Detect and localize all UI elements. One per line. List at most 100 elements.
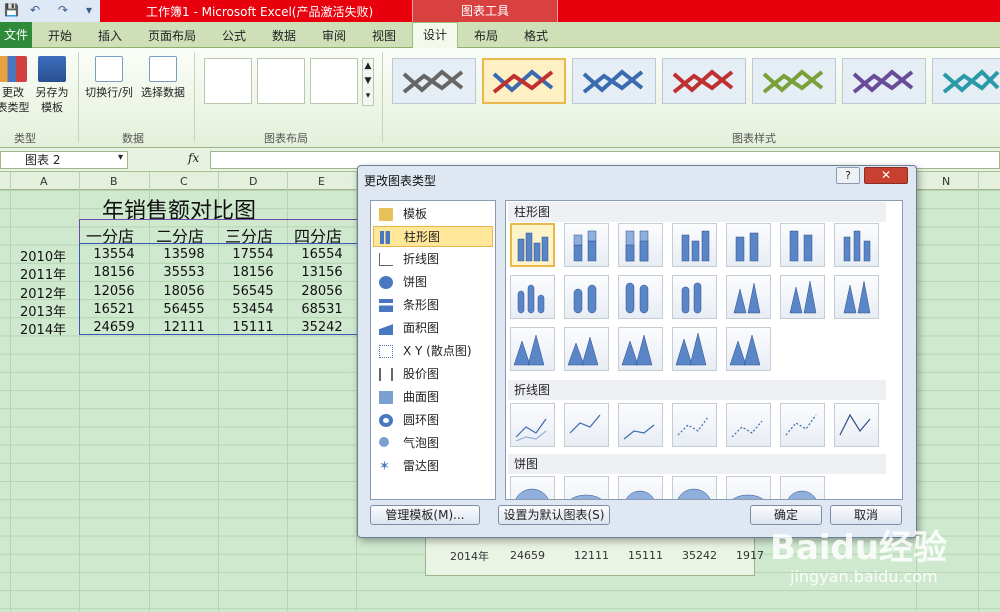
- redo-icon[interactable]: ↷: [58, 3, 68, 17]
- row-label-2010[interactable]: 2010年: [20, 246, 66, 265]
- col-header-b[interactable]: B: [110, 175, 118, 188]
- chart-table-year: 2014年: [450, 550, 489, 563]
- chart-type-column[interactable]: 柱形图: [373, 226, 493, 247]
- stock-chart-icon: [379, 368, 393, 381]
- name-box[interactable]: 图表 2: [0, 151, 128, 169]
- chart-type-label: 柱形图: [404, 230, 441, 244]
- tab-file[interactable]: 文件: [0, 22, 32, 48]
- save-icon[interactable]: 💾: [4, 3, 19, 17]
- divider: [78, 52, 79, 142]
- line-chart-icon: [379, 253, 393, 266]
- bar-chart-icon: [379, 299, 393, 312]
- select-data-label: 选择数据: [141, 86, 185, 99]
- tab-data[interactable]: 数据: [272, 27, 296, 44]
- row-label-2014[interactable]: 2014年: [20, 319, 66, 338]
- group-label-chart-styles: 图表样式: [732, 132, 776, 145]
- pie-chart-icon: [379, 276, 393, 289]
- area-chart-icon: [379, 322, 393, 335]
- chart-type-template[interactable]: 模板: [373, 204, 493, 225]
- switch-row-column-button[interactable]: 切换行/列: [82, 56, 136, 100]
- chart-type-radar[interactable]: ✶ 雷达图: [373, 456, 493, 477]
- baidu-watermark: Baidu经验: [770, 528, 948, 568]
- col-header-e[interactable]: E: [318, 175, 325, 188]
- col-header-d[interactable]: D: [249, 175, 257, 188]
- chart-type-label: X Y (散点图): [403, 344, 472, 358]
- chart-type-pie[interactable]: 饼图: [373, 272, 493, 293]
- chart-type-bubble[interactable]: 气泡图: [373, 433, 493, 454]
- scatter-chart-icon: [379, 345, 393, 358]
- chart-type-label: 雷达图: [403, 459, 440, 473]
- switch-row-column-icon: [95, 56, 123, 82]
- save-template-icon: [38, 56, 66, 82]
- set-as-default-chart-button[interactable]: 设置为默认图表(S): [498, 505, 610, 525]
- chart-type-area[interactable]: 面积图: [373, 318, 493, 339]
- chart-table-cell: 1917: [736, 549, 764, 562]
- chart-type-label: 饼图: [403, 275, 428, 289]
- chart-type-label: 模板: [403, 207, 428, 221]
- watermark-url: jingyan.baidu.com: [790, 567, 938, 586]
- chart-type-label: 条形图: [403, 298, 440, 312]
- divider: [382, 52, 383, 142]
- chart-subtype-gallery: 柱形图 折线图 饼图: [505, 200, 903, 500]
- chart-type-label: 曲面图: [403, 390, 440, 404]
- column-chart-icon: [380, 231, 394, 244]
- change-chart-type-dialog: 更改图表类型 ? ✕ 模板 柱形图 折线图 饼图 条形图 面积图 X Y (散点…: [357, 165, 917, 538]
- tab-insert[interactable]: 插入: [98, 27, 122, 44]
- tab-home[interactable]: 开始: [48, 27, 72, 44]
- layout-gallery-scroll[interactable]: ▲ ▼ ▾: [362, 58, 374, 106]
- doughnut-chart-icon: [379, 414, 393, 427]
- tab-layout[interactable]: 布局: [474, 27, 498, 44]
- change-chart-type-button[interactable]: 更改 表类型: [0, 56, 30, 115]
- data-range-highlight: [79, 243, 366, 335]
- chart-layout-2[interactable]: [257, 58, 305, 104]
- row-label-2013[interactable]: 2013年: [20, 301, 66, 320]
- surface-chart-icon: [379, 391, 393, 404]
- chart-type-doughnut[interactable]: 圆环图: [373, 410, 493, 431]
- select-data-button[interactable]: 选择数据: [138, 56, 188, 100]
- name-box-dropdown-icon[interactable]: ▾: [118, 152, 123, 163]
- chart-type-label: 股价图: [403, 367, 440, 381]
- chart-type-surface[interactable]: 曲面图: [373, 387, 493, 408]
- tab-page-layout[interactable]: 页面布局: [148, 27, 196, 44]
- subtype-preview-graphics: [513, 230, 871, 499]
- chart-type-bar[interactable]: 条形图: [373, 295, 493, 316]
- group-label-chart-layouts: 图表布局: [264, 132, 308, 145]
- window-title: 工作簿1 - Microsoft Excel(产品激活失败): [146, 5, 374, 19]
- chart-type-label: 面积图: [403, 321, 440, 335]
- chart-type-label: 圆环图: [403, 413, 440, 427]
- col-header-a[interactable]: A: [40, 175, 48, 188]
- chart-type-label: 气泡图: [403, 436, 440, 450]
- row-label-2012[interactable]: 2012年: [20, 283, 66, 302]
- group-label-type: 类型: [14, 132, 36, 145]
- chart-layout-1[interactable]: [204, 58, 252, 104]
- quick-access-toolbar: 💾 ↶ ↷ ▾: [0, 0, 100, 22]
- chart-table-cell: 35242: [682, 549, 717, 562]
- col-header-c[interactable]: C: [180, 175, 188, 188]
- change-chart-type-label: 更改 表类型: [0, 86, 30, 114]
- help-button[interactable]: ?: [836, 167, 860, 184]
- customize-qa-icon[interactable]: ▾: [86, 3, 92, 17]
- undo-icon[interactable]: ↶: [30, 3, 40, 17]
- tab-view[interactable]: 视图: [372, 27, 396, 44]
- chart-layout-3[interactable]: [310, 58, 358, 104]
- tab-formulas[interactable]: 公式: [222, 27, 246, 44]
- chart-table-cell: 12111: [574, 549, 609, 562]
- manage-templates-button[interactable]: 管理模板(M)...: [370, 505, 480, 525]
- save-as-template-button[interactable]: 另存为 模板: [34, 56, 70, 115]
- grid-line: [10, 172, 11, 612]
- tab-format[interactable]: 格式: [524, 27, 548, 44]
- close-button[interactable]: ✕: [864, 167, 908, 184]
- tab-review[interactable]: 审阅: [322, 27, 346, 44]
- chart-type-scatter[interactable]: X Y (散点图): [373, 341, 493, 362]
- chart-table-cell: 24659: [510, 549, 545, 562]
- insert-function-icon[interactable]: fx: [188, 151, 199, 165]
- switch-row-column-label: 切换行/列: [85, 86, 133, 99]
- col-header-n[interactable]: N: [942, 175, 950, 188]
- grid-line: [978, 172, 979, 612]
- chart-type-stock[interactable]: 股价图: [373, 364, 493, 385]
- row-label-2011[interactable]: 2011年: [20, 264, 66, 283]
- dialog-title: 更改图表类型: [364, 174, 437, 188]
- chart-type-line[interactable]: 折线图: [373, 249, 493, 270]
- tab-design[interactable]: 设计: [412, 22, 458, 49]
- chart-type-label: 折线图: [403, 252, 440, 266]
